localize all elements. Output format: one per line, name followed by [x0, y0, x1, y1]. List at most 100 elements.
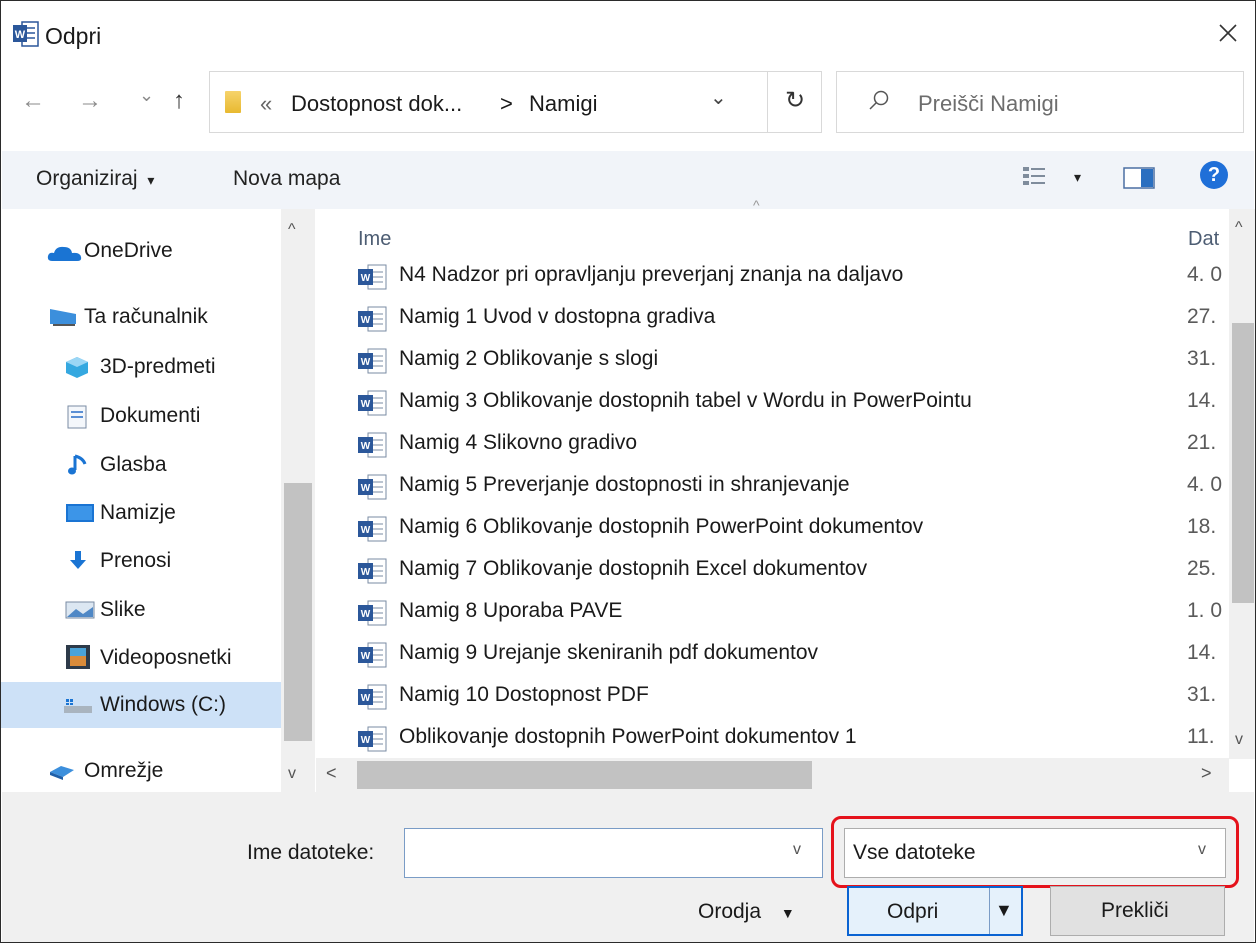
- svg-text:W: W: [361, 609, 371, 620]
- file-name: Oblikovanje dostopnih PowerPoint dokumen…: [399, 725, 857, 748]
- sidebar-item-pictures[interactable]: Slike: [1, 587, 281, 633]
- file-date: 27.: [1187, 305, 1217, 328]
- svg-text:W: W: [361, 357, 371, 368]
- up-arrow-icon[interactable]: ↑: [173, 87, 185, 115]
- new-folder-button[interactable]: Nova mapa: [233, 167, 340, 191]
- sidebar-scroll-up-icon[interactable]: ^: [288, 221, 296, 239]
- breadcrumb-overflow[interactable]: «: [260, 91, 272, 117]
- horizontal-scrollbar-thumb[interactable]: [357, 761, 812, 789]
- sidebar-item-this-pc[interactable]: Ta računalnik: [1, 294, 281, 340]
- view-details-icon[interactable]: [1022, 165, 1050, 191]
- sidebar-item-label: Slike: [100, 598, 146, 621]
- list-scroll-down-icon[interactable]: v: [1235, 731, 1243, 749]
- command-bar: [2, 151, 1254, 209]
- file-row[interactable]: W Namig 1 Uvod v dostopna gradiva: [357, 298, 1187, 340]
- sidebar-item-label: OneDrive: [84, 239, 173, 262]
- scroll-right-icon[interactable]: >: [1201, 763, 1212, 784]
- file-row[interactable]: W Namig 8 Uporaba PAVE: [357, 592, 1187, 634]
- file-row[interactable]: W Namig 9 Urejanje skeniranih pdf dokumen…: [357, 634, 1187, 676]
- file-row[interactable]: W Namig 3 Oblikovanje dostopnih tabel v W…: [357, 382, 1187, 424]
- word-document-icon: W: [357, 558, 387, 584]
- sidebar-item-desktop[interactable]: Namizje: [1, 490, 281, 536]
- file-name: Namig 10 Dostopnost PDF: [399, 683, 649, 706]
- document-icon: [67, 405, 87, 429]
- word-document-icon: W: [357, 390, 387, 416]
- sidebar-item-label: Glasba: [100, 453, 167, 476]
- word-document-icon: W: [357, 684, 387, 710]
- desktop-icon: [66, 504, 94, 522]
- word-document-icon: W: [357, 726, 387, 752]
- filename-dropdown-chevron-icon[interactable]: v: [793, 841, 801, 859]
- file-date: 31.: [1187, 683, 1217, 706]
- organize-menu-button[interactable]: Organiziraj ▾: [36, 167, 154, 191]
- sidebar-item-label: Windows (C:): [100, 693, 227, 716]
- close-icon[interactable]: [1213, 18, 1243, 48]
- sidebar-scrollbar-thumb[interactable]: [284, 483, 312, 741]
- svg-text:W: W: [361, 273, 371, 284]
- view-options-caret-icon[interactable]: ▾: [1074, 169, 1081, 186]
- svg-text:W: W: [361, 441, 371, 452]
- breadcrumb-current[interactable]: Namigi: [529, 91, 597, 117]
- sidebar-item-onedrive[interactable]: OneDrive: [1, 228, 281, 274]
- column-header-date[interactable]: Dat: [1188, 228, 1219, 251]
- organize-label: Organiziraj: [36, 167, 138, 190]
- file-row[interactable]: W Namig 5 Preverjanje dostopnosti in shra…: [357, 466, 1187, 508]
- file-name: Namig 3 Oblikovanje dostopnih tabel v Wo…: [399, 389, 972, 412]
- svg-text:W: W: [361, 735, 371, 746]
- sidebar-item-music[interactable]: Glasba: [1, 442, 281, 488]
- sort-ascending-icon: ^: [753, 197, 760, 213]
- computer-icon: [50, 309, 76, 326]
- forward-arrow-icon[interactable]: →: [78, 87, 102, 115]
- file-date: 31.: [1187, 347, 1217, 370]
- word-document-icon: W: [357, 306, 387, 332]
- list-scroll-up-icon[interactable]: ^: [1235, 219, 1243, 237]
- organize-caret-icon: ▾: [147, 172, 155, 188]
- word-document-icon: W: [357, 600, 387, 626]
- open-options-caret-icon[interactable]: ▼: [995, 900, 1013, 921]
- file-name: N4 Nadzor pri opravljanju preverjanj zna…: [399, 263, 904, 286]
- svg-text:W: W: [361, 567, 371, 578]
- file-row[interactable]: W N4 Nadzor pri opravljanju preverjanj zn…: [357, 256, 1187, 298]
- filename-input[interactable]: v: [404, 828, 823, 878]
- svg-text:W: W: [361, 399, 371, 410]
- sidebar-item-windows-c[interactable]: Windows (C:): [1, 682, 281, 728]
- sidebar-item-label: Dokumenti: [100, 404, 201, 427]
- sidebar-item-videos[interactable]: Videoposnetki: [1, 635, 281, 681]
- dialog-title: Odpri: [45, 23, 102, 49]
- word-icon: W: [13, 21, 39, 47]
- breadcrumb-separator[interactable]: >: [500, 91, 513, 117]
- sidebar-item-3d-objects[interactable]: 3D-predmeti: [1, 344, 281, 390]
- download-icon: [70, 551, 86, 569]
- file-row[interactable]: W Namig 2 Oblikovanje s slogi: [357, 340, 1187, 382]
- back-arrow-icon[interactable]: ←: [21, 87, 45, 115]
- word-document-icon: W: [357, 348, 387, 374]
- file-row[interactable]: W Namig 4 Slikovno gradivo: [357, 424, 1187, 466]
- cloud-icon: [47, 246, 82, 261]
- file-row[interactable]: W Oblikovanje dostopnih PowerPoint dokume…: [357, 718, 1187, 760]
- sidebar-item-documents[interactable]: Dokumenti: [1, 393, 281, 439]
- tools-menu-button[interactable]: Orodja ▼: [698, 900, 795, 924]
- address-dropdown-chevron-icon[interactable]: ⌄: [710, 85, 727, 110]
- column-header-name[interactable]: Ime: [358, 228, 391, 251]
- file-row[interactable]: W Namig 10 Dostopnost PDF: [357, 676, 1187, 718]
- sidebar-scroll-down-icon[interactable]: v: [288, 765, 296, 783]
- sidebar-item-network[interactable]: Omrežje: [1, 748, 281, 794]
- file-name: Namig 1 Uvod v dostopna gradiva: [399, 305, 716, 328]
- file-name: Namig 4 Slikovno gradivo: [399, 431, 638, 454]
- scroll-left-icon[interactable]: <: [326, 763, 337, 784]
- drive-icon: [64, 699, 92, 713]
- sidebar-item-downloads[interactable]: Prenosi: [1, 538, 281, 584]
- recent-locations-chevron-icon[interactable]: ⌄: [139, 85, 154, 106]
- file-list-scrollbar-thumb[interactable]: [1232, 323, 1254, 603]
- open-button[interactable]: Odpri ▼: [847, 886, 1023, 936]
- svg-text:W: W: [15, 29, 26, 41]
- help-icon[interactable]: ?: [1200, 161, 1228, 189]
- file-row[interactable]: W Namig 6 Oblikovanje dostopnih PowerPoin…: [357, 508, 1187, 550]
- word-document-icon: W: [357, 264, 387, 290]
- file-row[interactable]: W Namig 7 Oblikovanje dostopnih Excel dok…: [357, 550, 1187, 592]
- breadcrumb-parent[interactable]: Dostopnost dok...: [291, 91, 462, 117]
- preview-pane-icon[interactable]: [1123, 165, 1155, 191]
- file-date: 14.: [1187, 641, 1217, 664]
- cancel-button[interactable]: Prekliči: [1050, 886, 1225, 936]
- refresh-button[interactable]: ↻: [767, 71, 822, 133]
